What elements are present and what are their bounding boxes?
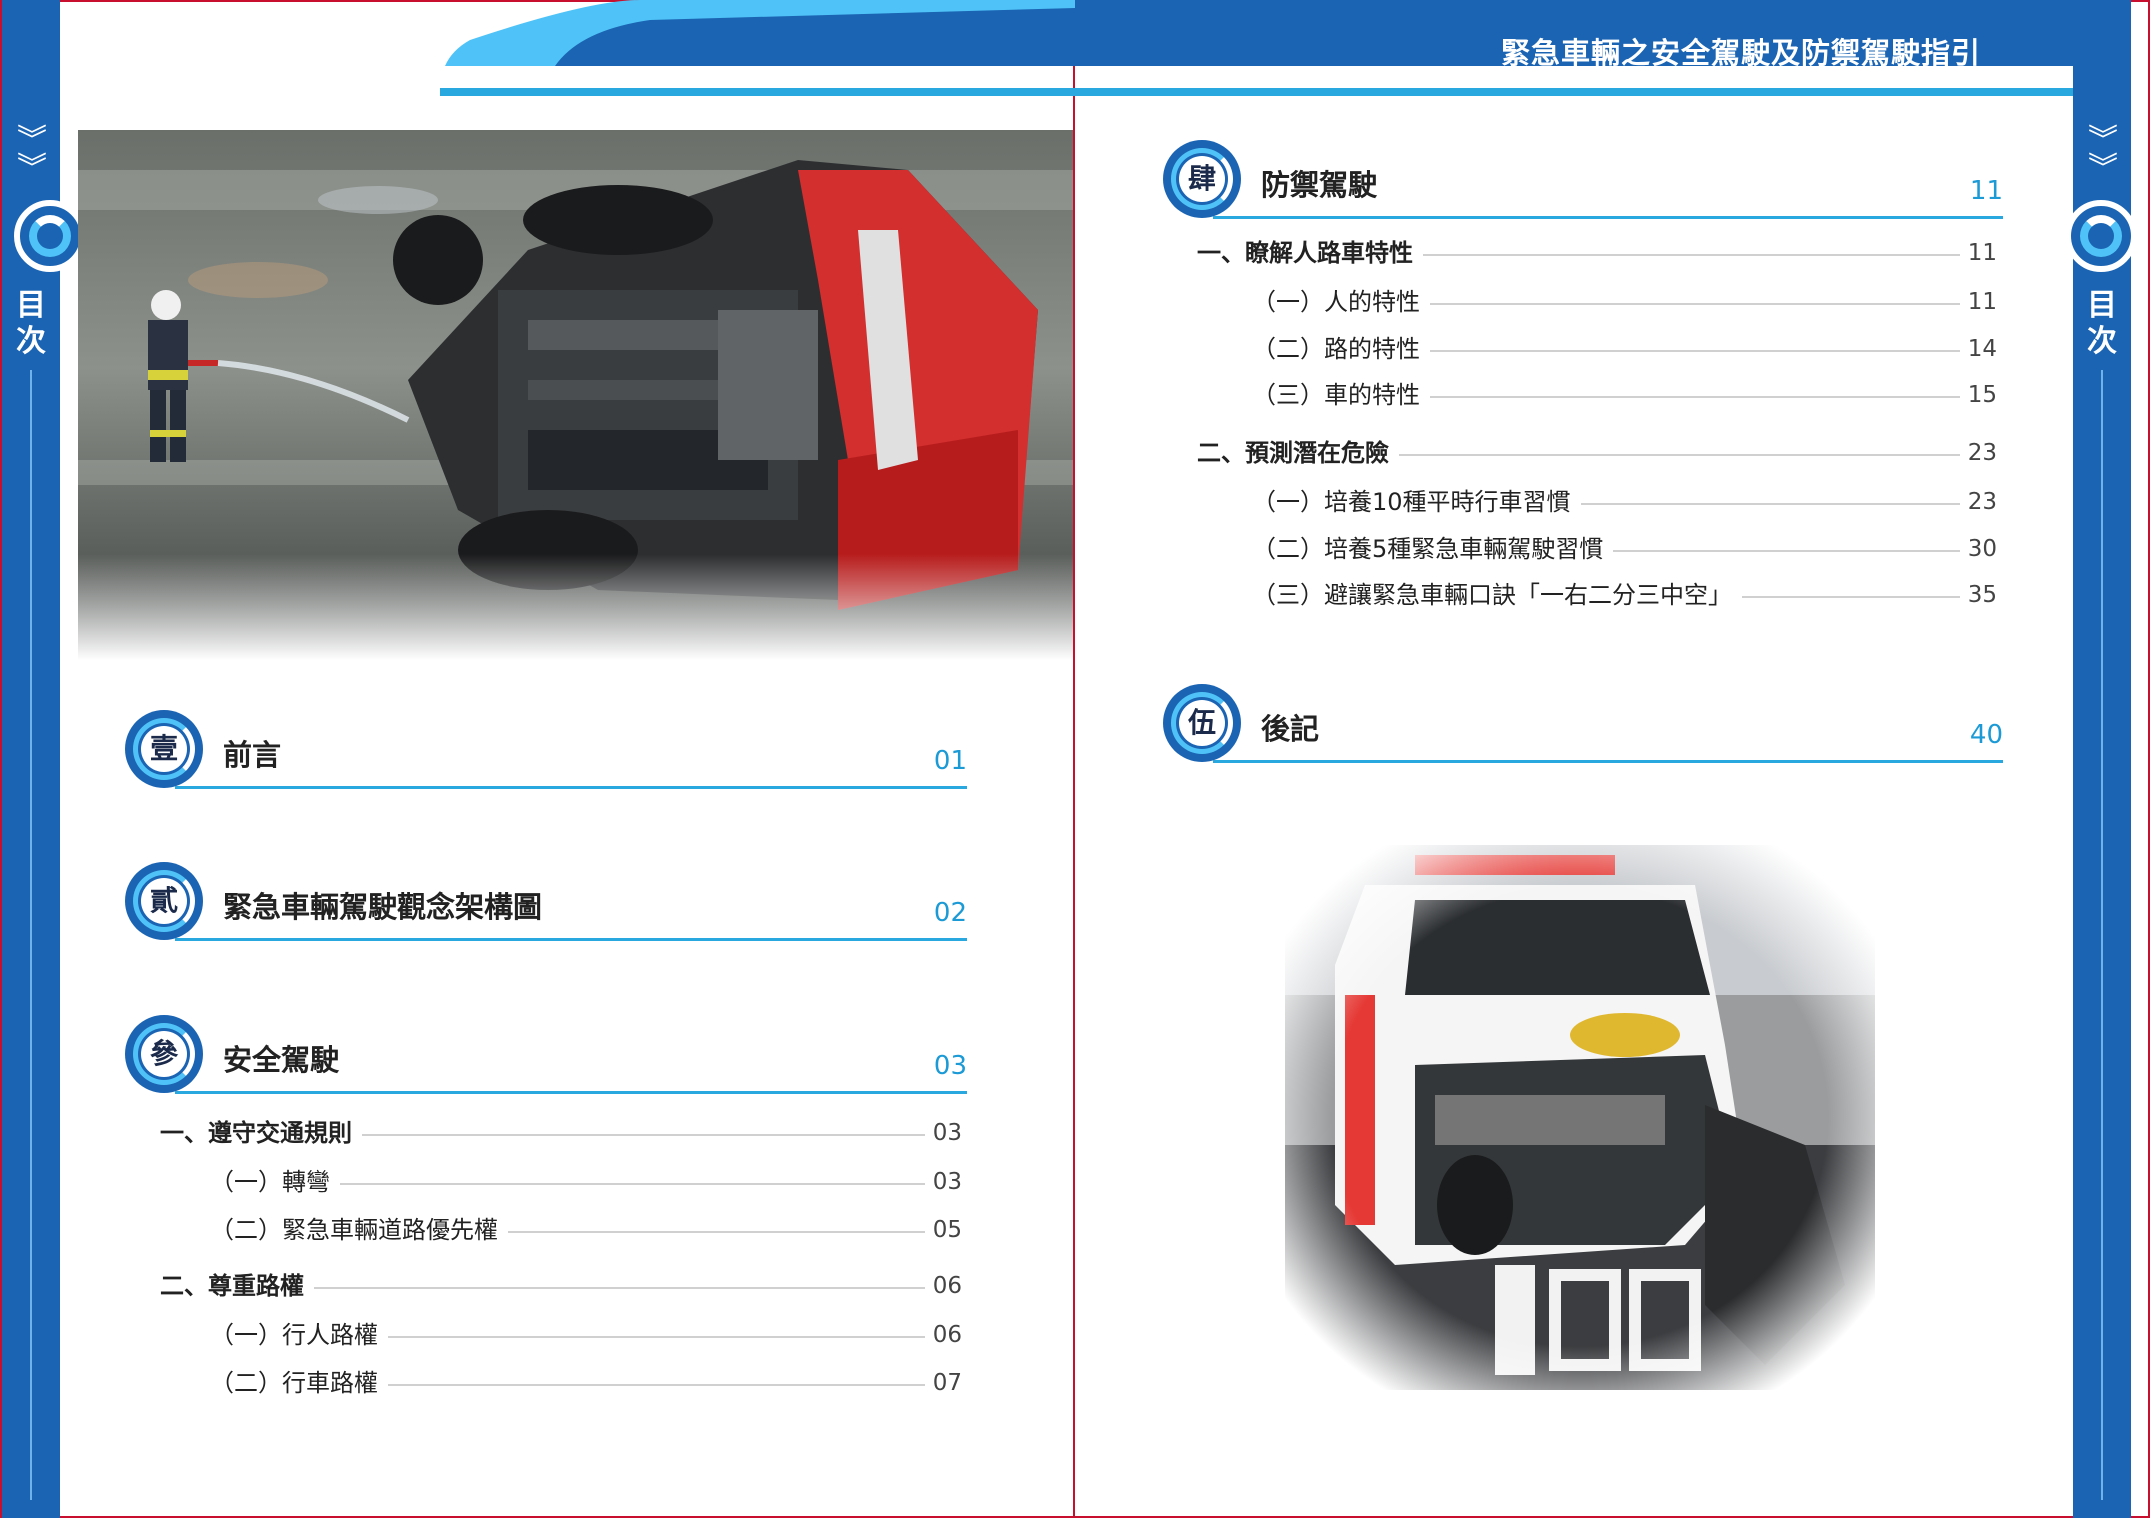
section-badge: 壹 xyxy=(125,710,203,788)
toc-entry[interactable]: （一）行人路權 06 xyxy=(210,1320,962,1350)
section-page: 40 xyxy=(1969,720,2003,750)
toc-entry[interactable]: 二、預測潛在危險 23 xyxy=(1197,438,1997,468)
fire-truck-photo xyxy=(78,130,1073,660)
toc-entry[interactable]: （三）車的特性 15 xyxy=(1252,380,1997,410)
chevron-down-icon: ︾ xyxy=(2088,123,2118,158)
right-sidebar: ︾ ︾ 目 次 xyxy=(2065,0,2137,1518)
toc-entry[interactable]: （一）培養10種平時行車習慣 23 xyxy=(1252,487,1997,517)
ambulance-photo xyxy=(1285,845,1875,1390)
section-rule xyxy=(1213,760,2003,763)
section-badge: 伍 xyxy=(1163,684,1241,762)
section-rule xyxy=(1213,216,2003,219)
chevron-down-icon: ︾ xyxy=(17,151,47,186)
toc-entry[interactable]: （三）避讓緊急車輛口訣「一右二分三中空」 35 xyxy=(1252,580,1997,610)
toc-section-4[interactable]: 肆 防禦駕駛 11 xyxy=(1163,140,2003,230)
toc-section-3[interactable]: 參 安全駕駛 03 xyxy=(125,1015,967,1105)
toc-section-2[interactable]: 貳 緊急車輛駕駛觀念架構圖 02 xyxy=(125,862,967,952)
section-badge: 參 xyxy=(125,1015,203,1093)
section-title: 緊急車輛駕駛觀念架構圖 xyxy=(223,890,543,924)
header-band: 緊急車輛之安全駕駛及防禦駕駛指引 xyxy=(1075,0,2073,70)
toc-entry[interactable]: （二）培養5種緊急車輛駕駛習慣 30 xyxy=(1252,534,1997,564)
toc-section-1[interactable]: 壹 前言 01 xyxy=(125,710,967,800)
sidebar-rule xyxy=(2101,370,2103,1500)
left-sidebar: ︾ ︾ 目 次 xyxy=(2,0,86,1518)
section-badge: 貳 xyxy=(125,862,203,940)
page-spine xyxy=(1073,0,1075,1518)
section-rule xyxy=(175,938,967,941)
section-badge: 肆 xyxy=(1163,140,1241,218)
section-title: 安全駕駛 xyxy=(223,1043,340,1077)
toc-entry[interactable]: （二）緊急車輛道路優先權 05 xyxy=(210,1215,962,1245)
section-page: 02 xyxy=(933,898,967,928)
toc-entry[interactable]: （二）行車路權 07 xyxy=(210,1368,962,1398)
chevron-down-icon: ︾ xyxy=(17,123,47,158)
sidebar-rule xyxy=(30,370,32,1500)
circle-logo-icon xyxy=(14,200,86,272)
section-title: 後記 xyxy=(1261,712,1320,746)
toc-entry[interactable]: （二）路的特性 14 xyxy=(1252,334,1997,364)
toc-entry[interactable]: （一）轉彎 03 xyxy=(210,1167,962,1197)
toc-entry[interactable]: 一、遵守交通規則 03 xyxy=(160,1118,962,1148)
toc-entry[interactable]: 一、瞭解人路車特性 11 xyxy=(1197,238,1997,268)
header-title: 緊急車輛之安全駕駛及防禦駕駛指引 xyxy=(1500,36,1981,70)
chevron-down-icon: ︾ xyxy=(2088,151,2118,186)
sidebar-title: 目 次 xyxy=(2087,288,2117,359)
section-page: 01 xyxy=(933,746,967,776)
section-page: 03 xyxy=(933,1051,967,1081)
section-title: 前言 xyxy=(223,738,282,772)
section-rule xyxy=(175,1091,967,1094)
sidebar-title: 目 次 xyxy=(16,288,46,359)
toc-spread: ︾ ︾ 目 次 ︾ ︾ 目 次 緊急車輛之安全駕駛及防禦駕駛指引 壹 前言 01… xyxy=(0,0,2150,1518)
toc-section-5[interactable]: 伍 後記 40 xyxy=(1163,684,2003,774)
toc-entry[interactable]: （一）人的特性 11 xyxy=(1252,287,1997,317)
section-title: 防禦駕駛 xyxy=(1261,168,1378,202)
section-page: 11 xyxy=(1969,176,2003,206)
section-rule xyxy=(175,786,967,789)
circle-logo-icon xyxy=(2065,200,2137,272)
toc-entry[interactable]: 二、尊重路權 06 xyxy=(160,1271,962,1301)
